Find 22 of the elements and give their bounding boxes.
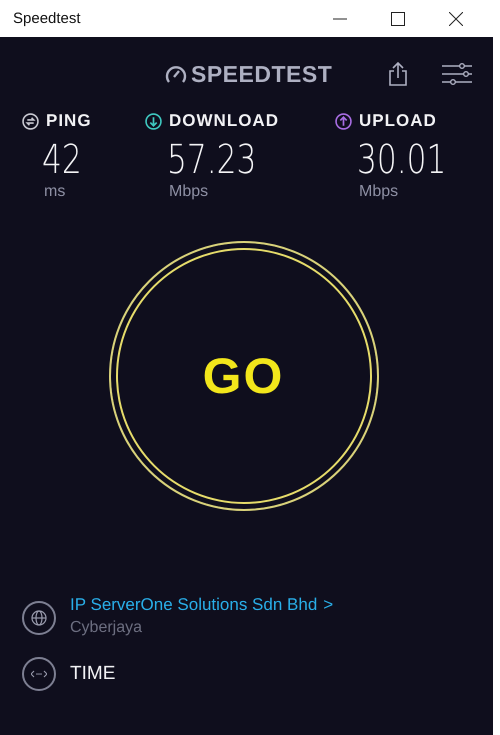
globe-icon <box>22 601 56 635</box>
server-link[interactable]: IP ServerOne Solutions Sdn Bhd > <box>70 595 334 615</box>
metric-label: PING <box>46 111 92 131</box>
metric-unit: ms <box>44 183 66 201</box>
close-icon[interactable] <box>449 12 463 26</box>
share-icon[interactable] <box>389 62 408 86</box>
settings-icon[interactable] <box>442 63 472 85</box>
go-button[interactable]: GO <box>108 241 378 511</box>
window-title: Speedtest <box>13 10 82 27</box>
server-location: Cyberjaya <box>70 619 144 637</box>
metric-value: 42 <box>42 137 83 183</box>
metric-value: 57.23 <box>167 137 258 183</box>
speedtest-logo: SPEEDTEST <box>191 60 332 88</box>
connection-label: TIME <box>70 663 116 685</box>
maximize-icon[interactable] <box>391 12 405 26</box>
metric-label: DOWNLOAD <box>169 111 279 131</box>
gauge-icon <box>165 63 187 85</box>
metric-value: 30.01 <box>357 137 448 183</box>
metric-unit: Mbps <box>359 183 400 201</box>
metric-label: UPLOAD <box>359 111 437 131</box>
metric-unit: Mbps <box>169 183 210 201</box>
connection-icon <box>22 657 56 691</box>
